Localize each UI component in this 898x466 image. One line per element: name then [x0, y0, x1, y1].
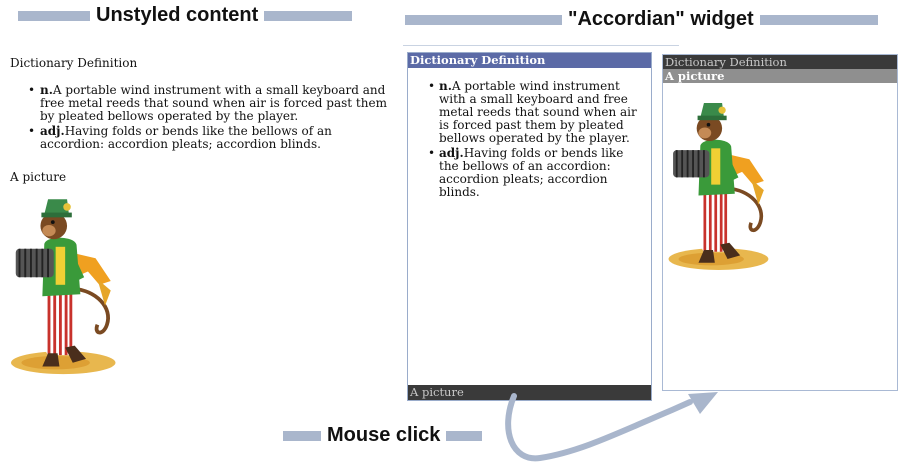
- part-of-speech: adj.: [439, 146, 464, 160]
- banner-bar-decoration: [283, 430, 321, 441]
- accordion-header-picture[interactable]: A picture: [663, 69, 897, 83]
- banner-bar-decoration: [759, 14, 878, 25]
- picture-heading: A picture: [10, 170, 67, 184]
- definition-item: adj.Having folds or bends like the bello…: [28, 125, 388, 151]
- divider: [403, 45, 679, 46]
- part-of-speech: adj.: [40, 124, 65, 138]
- accordion-monkey-image: [664, 84, 782, 278]
- definition-item: n.A portable wind instrument with a smal…: [28, 84, 388, 123]
- definition-item: adj.Having folds or bends like the bello…: [428, 147, 646, 199]
- banner-bar-decoration: [405, 14, 562, 25]
- accordion-definition-open: Dictionary Definition n.A portable wind …: [407, 52, 652, 401]
- definition-text: Having folds or bends like the bellows o…: [439, 146, 624, 199]
- accordion-header-picture[interactable]: A picture: [408, 385, 651, 400]
- banner-title: Mouse click: [327, 424, 441, 446]
- banner-bar-decoration: [446, 430, 483, 441]
- mouse-click-banner: Mouse click: [283, 424, 483, 447]
- banner-title: "Accordian" widget: [568, 8, 754, 30]
- banner-bar-decoration: [18, 10, 90, 21]
- definition-heading: Dictionary Definition: [10, 56, 138, 70]
- definition-text: A portable wind instrument with a small …: [439, 79, 637, 145]
- accordion-widget-banner: "Accordian" widget: [405, 8, 878, 31]
- unstyled-content-banner: Unstyled content: [18, 4, 353, 27]
- part-of-speech: n.: [439, 79, 452, 93]
- part-of-speech: n.: [40, 83, 53, 97]
- definition-text: Having folds or bends like the bellows o…: [40, 124, 332, 151]
- banner-title: Unstyled content: [96, 4, 259, 26]
- accordion-header-definition[interactable]: Dictionary Definition: [663, 55, 897, 69]
- accordion-definition-list: n.A portable wind instrument with a smal…: [428, 80, 646, 199]
- banner-bar-decoration: [264, 10, 353, 21]
- definition-text: A portable wind instrument with a small …: [40, 83, 387, 123]
- definition-list: n.A portable wind instrument with a smal…: [28, 84, 388, 153]
- accordion-header-definition[interactable]: Dictionary Definition: [408, 53, 651, 68]
- accordion-monkey-image: [6, 186, 130, 376]
- definition-item: n.A portable wind instrument with a smal…: [428, 80, 646, 145]
